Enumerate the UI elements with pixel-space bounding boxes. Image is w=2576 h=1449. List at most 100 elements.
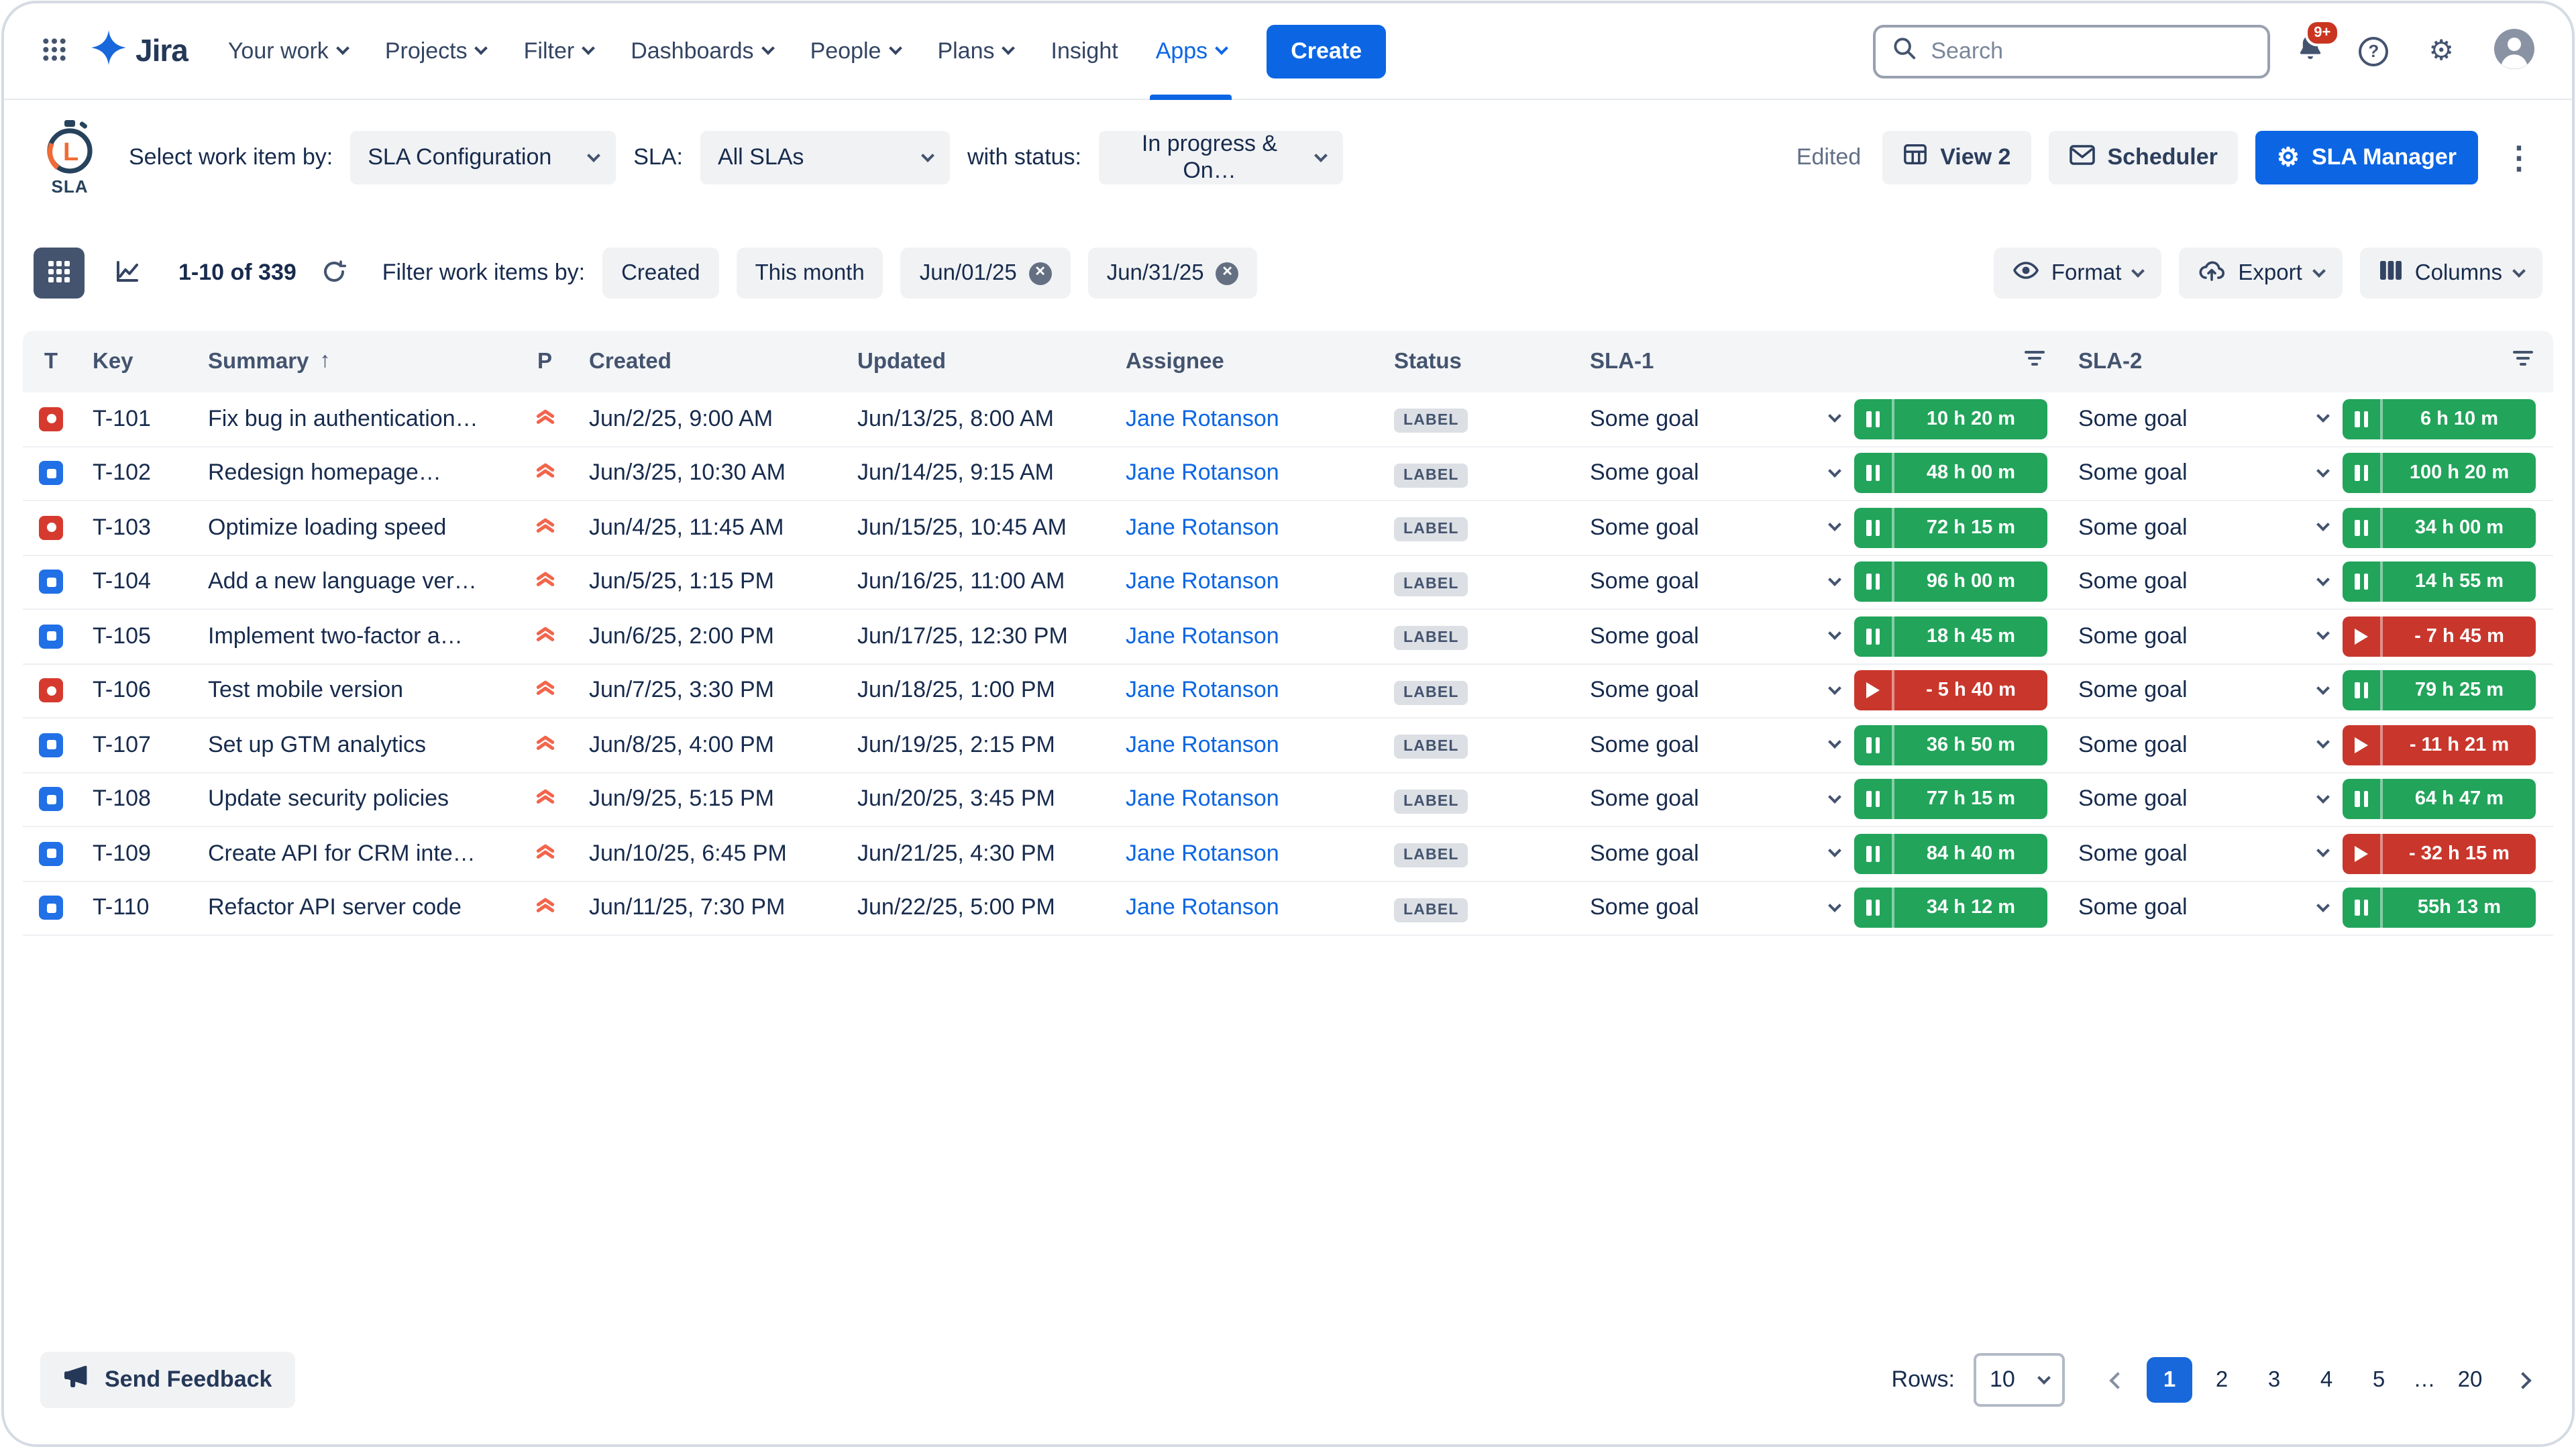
col-header-type[interactable]: T [23,349,79,374]
nav-item-filter[interactable]: Filter [505,3,612,99]
table-row[interactable]: T-102 Redesign homepage… Jun/3/25, 10:30… [23,447,2553,501]
previous-page-button[interactable] [2094,1357,2140,1403]
col-header-sla1[interactable]: SLA-1 [1576,348,2065,375]
sla-dropdown[interactable]: All SLAs [700,131,950,184]
sla1-goal-dropdown[interactable]: Some goal [1590,841,1839,867]
assignee-link[interactable]: Jane Rotanson [1126,460,1279,486]
sla2-goal-dropdown[interactable]: Some goal [2078,732,2328,759]
chart-view-toggle[interactable] [102,248,153,299]
sla1-goal-dropdown[interactable]: Some goal [1590,623,1839,650]
work-item-by-dropdown[interactable]: SLA Configuration [350,131,616,184]
remove-chip-icon[interactable]: ✕ [1029,262,1052,284]
table-row[interactable]: T-108 Update security policies Jun/9/25,… [23,773,2553,827]
sla2-goal-dropdown[interactable]: Some goal [2078,678,2328,704]
app-switcher-button[interactable] [34,28,75,74]
col-header-assignee[interactable]: Assignee [1112,349,1381,374]
filter-chip-created[interactable]: Created [602,248,718,299]
col-header-summary[interactable]: Summary ↑ [195,349,514,374]
nav-item-insight[interactable]: Insight [1032,3,1137,99]
issue-summary[interactable]: Refactor API server code [195,895,514,922]
table-row[interactable]: T-103 Optimize loading speed Jun/4/25, 1… [23,501,2553,555]
table-row[interactable]: T-110 Refactor API server code Jun/11/25… [23,881,2553,936]
columns-button[interactable]: Columns [2360,248,2542,299]
col-header-sla2[interactable]: SLA-2 [2065,348,2553,375]
sla1-goal-dropdown[interactable]: Some goal [1590,732,1839,759]
sla2-goal-dropdown[interactable]: Some goal [2078,895,2328,922]
page-button-2[interactable]: 2 [2199,1357,2245,1403]
sla2-goal-dropdown[interactable]: Some goal [2078,515,2328,541]
table-row[interactable]: T-106 Test mobile version Jun/7/25, 3:30… [23,664,2553,718]
issue-summary[interactable]: Update security policies [195,786,514,813]
sla1-goal-dropdown[interactable]: Some goal [1590,460,1839,487]
filter-funnel-icon[interactable] [2512,348,2534,375]
scheduler-button[interactable]: Scheduler [2048,131,2237,184]
search-input[interactable] [1931,38,2251,64]
filter-chip-date-to[interactable]: Jun/31/25 ✕ [1088,248,1258,299]
table-row[interactable]: T-105 Implement two-factor a… Jun/6/25, … [23,610,2553,664]
col-header-status[interactable]: Status [1381,349,1576,374]
create-button[interactable]: Create [1267,24,1386,78]
sla2-goal-dropdown[interactable]: Some goal [2078,841,2328,867]
remove-chip-icon[interactable]: ✕ [1216,262,1239,284]
issue-summary[interactable]: Set up GTM analytics [195,732,514,759]
export-button[interactable]: Export [2179,248,2342,299]
profile-button[interactable] [2486,21,2542,81]
assignee-link[interactable]: Jane Rotanson [1126,678,1279,703]
table-row[interactable]: T-107 Set up GTM analytics Jun/8/25, 4:0… [23,718,2553,773]
issue-summary[interactable]: Add a new language ver… [195,569,514,596]
sla2-goal-dropdown[interactable]: Some goal [2078,623,2328,650]
issue-summary[interactable]: Optimize loading speed [195,515,514,541]
jira-brand[interactable]: Jira [83,30,201,72]
assignee-link[interactable]: Jane Rotanson [1126,515,1279,540]
col-header-priority[interactable]: P [514,349,576,374]
nav-item-plans[interactable]: Plans [918,3,1032,99]
col-header-updated[interactable]: Updated [844,349,1112,374]
page-button-4[interactable]: 4 [2304,1357,2349,1403]
settings-button[interactable]: ⚙ [2420,29,2462,73]
assignee-link[interactable]: Jane Rotanson [1126,732,1279,757]
rows-per-page-select[interactable]: 10 [1974,1353,2065,1407]
assignee-link[interactable]: Jane Rotanson [1126,623,1279,649]
sla2-goal-dropdown[interactable]: Some goal [2078,569,2328,596]
page-button-1[interactable]: 1 [2147,1357,2192,1403]
assignee-link[interactable]: Jane Rotanson [1126,895,1279,920]
sla1-goal-dropdown[interactable]: Some goal [1590,678,1839,704]
issue-summary[interactable]: Redesign homepage… [195,460,514,487]
assignee-link[interactable]: Jane Rotanson [1126,406,1279,431]
table-row[interactable]: T-101 Fix bug in authentication… Jun/2/2… [23,392,2553,447]
sla1-goal-dropdown[interactable]: Some goal [1590,895,1839,922]
page-button-3[interactable]: 3 [2251,1357,2297,1403]
more-options-button[interactable]: ⋮ [2496,140,2542,176]
global-search[interactable] [1873,24,2270,78]
filter-chip-date-from[interactable]: Jun/01/25 ✕ [901,248,1071,299]
grid-view-toggle[interactable] [34,248,85,299]
col-header-key[interactable]: Key [79,349,195,374]
view-button[interactable]: View 2 [1882,131,2031,184]
filter-chip-this-month[interactable]: This month [736,248,883,299]
sla1-goal-dropdown[interactable]: Some goal [1590,406,1839,433]
nav-item-apps[interactable]: Apps [1137,3,1246,99]
sla-manager-button[interactable]: ⚙ SLA Manager [2255,131,2478,184]
format-button[interactable]: Format [1994,248,2162,299]
sla1-goal-dropdown[interactable]: Some goal [1590,515,1839,541]
nav-item-your-work[interactable]: Your work [209,3,366,99]
issue-summary[interactable]: Fix bug in authentication… [195,406,514,433]
issue-summary[interactable]: Implement two-factor a… [195,623,514,650]
issue-summary[interactable]: Test mobile version [195,678,514,704]
assignee-link[interactable]: Jane Rotanson [1126,841,1279,866]
assignee-link[interactable]: Jane Rotanson [1126,569,1279,594]
sla2-goal-dropdown[interactable]: Some goal [2078,786,2328,813]
table-row[interactable]: T-104 Add a new language ver… Jun/5/25, … [23,555,2553,610]
sla2-goal-dropdown[interactable]: Some goal [2078,460,2328,487]
page-button-5[interactable]: 5 [2356,1357,2402,1403]
sla1-goal-dropdown[interactable]: Some goal [1590,786,1839,813]
nav-item-dashboards[interactable]: Dashboards [612,3,791,99]
sla2-goal-dropdown[interactable]: Some goal [2078,406,2328,433]
nav-item-people[interactable]: People [792,3,919,99]
help-button[interactable]: ? [2351,28,2396,74]
issue-summary[interactable]: Create API for CRM inte… [195,841,514,867]
status-dropdown[interactable]: In progress & On… [1099,131,1343,184]
nav-item-projects[interactable]: Projects [366,3,505,99]
col-header-created[interactable]: Created [576,349,844,374]
refresh-button[interactable] [314,251,354,295]
